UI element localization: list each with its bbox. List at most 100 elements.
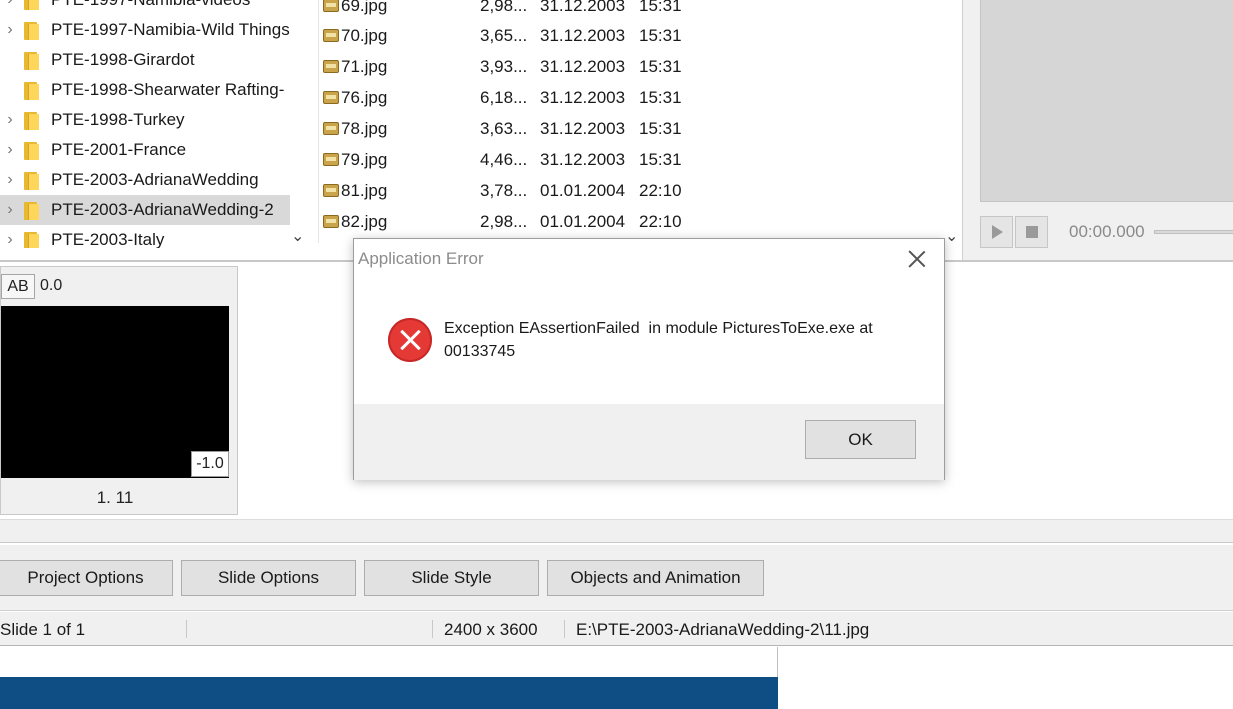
- file-name: 79.jpg: [341, 150, 388, 169]
- file-time: 15:31: [639, 88, 682, 107]
- tree-scroll-down-icon[interactable]: ⌄: [291, 226, 304, 246]
- tree-item-label: PTE-2001-France: [51, 140, 187, 159]
- expand-arrow-icon[interactable]: ›: [3, 15, 17, 45]
- file-size: 6,18...: [480, 88, 528, 107]
- transition-duration: -1.0: [191, 451, 229, 477]
- dialog-message: Exception EAssertionFailed in module Pic…: [444, 320, 878, 360]
- tree-item-girardot[interactable]: PTE-1998-Girardot: [0, 45, 290, 75]
- file-date: 01.01.2004: [540, 181, 626, 200]
- file-row[interactable]: 78.jpg 3,63... 31.12.2003 15:31: [319, 113, 939, 144]
- ok-button[interactable]: OK: [805, 420, 916, 459]
- error-dialog: Application Error Exception EAssertionFa…: [353, 238, 945, 480]
- expand-arrow-icon[interactable]: ›: [3, 105, 17, 135]
- folder-icon: [24, 112, 39, 130]
- file-size: 2,98...: [480, 0, 528, 15]
- tree-item-turkey[interactable]: › PTE-1998-Turkey: [0, 105, 290, 135]
- file-size: 2,98...: [480, 212, 528, 231]
- file-date: 31.12.2003: [540, 0, 626, 15]
- file-date: 31.12.2003: [540, 150, 626, 169]
- jpg-file-icon: [323, 60, 339, 73]
- file-time: 15:31: [639, 57, 682, 76]
- file-row[interactable]: 76.jpg 6,18... 31.12.2003 15:31: [319, 82, 939, 113]
- status-dimensions: 2400 x 3600: [444, 620, 538, 639]
- expand-arrow-icon[interactable]: ›: [3, 195, 17, 225]
- file-name: 71.jpg: [341, 57, 388, 76]
- status-separator: [186, 620, 187, 638]
- folder-icon: [24, 0, 39, 10]
- folder-icon: [24, 172, 39, 190]
- seek-slider[interactable]: [1154, 230, 1233, 234]
- preview-screen: [980, 0, 1233, 202]
- folder-icon: [24, 142, 39, 160]
- preview-panel: 00:00.000: [962, 0, 1233, 260]
- file-date: 01.01.2004: [540, 212, 626, 231]
- playback-time: 00:00.000: [1069, 222, 1145, 241]
- file-size: 3,93...: [480, 57, 528, 76]
- options-toolbar: Project Options Slide Options Slide Styl…: [0, 545, 1233, 611]
- status-file-path: E:\PTE-2003-AdrianaWedding-2\11.jpg: [576, 620, 870, 639]
- jpg-file-icon: [323, 0, 339, 12]
- file-row[interactable]: 69.jpg 2,98... 31.12.2003 15:31: [319, 0, 939, 21]
- jpg-file-icon: [323, 122, 339, 135]
- file-size: 3,63...: [480, 119, 528, 138]
- jpg-file-icon: [323, 153, 339, 166]
- tree-item-namibia-wild-things[interactable]: › PTE-1997-Namibia-Wild Things: [0, 15, 290, 45]
- tree-item-adriana-wedding[interactable]: › PTE-2003-AdrianaWedding: [0, 165, 290, 195]
- file-time: 15:31: [639, 26, 682, 45]
- expand-arrow-icon[interactable]: ›: [3, 0, 17, 15]
- play-icon[interactable]: [980, 216, 1013, 248]
- project-options-button[interactable]: Project Options: [0, 560, 173, 596]
- jpg-file-icon: [323, 184, 339, 197]
- file-row[interactable]: 71.jpg 3,93... 31.12.2003 15:31: [319, 51, 939, 82]
- tree-item-label: PTE-1997-Namibia-Wild Things: [51, 20, 290, 39]
- tree-item-shearwater-rafting[interactable]: PTE-1998-Shearwater Rafting-: [0, 75, 290, 105]
- folder-tree: › PTE-1997-Namibia-videos › PTE-1997-Nam…: [0, 0, 315, 248]
- tree-item-label: PTE-1998-Girardot: [51, 50, 195, 69]
- tree-item-label: PTE-2003-Italy: [51, 230, 165, 248]
- file-list-scroll-down-icon[interactable]: ⌄: [945, 226, 958, 246]
- tree-item-namibia-videos[interactable]: › PTE-1997-Namibia-videos: [0, 0, 290, 15]
- tree-item-label: PTE-2003-AdrianaWedding-2: [51, 200, 274, 219]
- file-list: 69.jpg 2,98... 31.12.2003 15:31 70.jpg 3…: [318, 0, 940, 243]
- folder-icon: [24, 232, 39, 248]
- expand-arrow-icon[interactable]: ›: [3, 165, 17, 195]
- file-time: 15:31: [639, 119, 682, 138]
- file-time: 22:10: [639, 212, 682, 231]
- file-row[interactable]: 79.jpg 4,46... 31.12.2003 15:31: [319, 144, 939, 175]
- file-row[interactable]: 81.jpg 3,78... 01.01.2004 22:10: [319, 175, 939, 206]
- status-slide-count: Slide 1 of 1: [0, 620, 86, 639]
- ab-badge: AB: [1, 274, 35, 299]
- folder-icon: [24, 202, 39, 220]
- tree-item-label: PTE-2003-AdrianaWedding: [51, 170, 259, 189]
- objects-animation-button[interactable]: Objects and Animation: [547, 560, 764, 596]
- tree-item-france[interactable]: › PTE-2001-France: [0, 135, 290, 165]
- file-name: 81.jpg: [341, 181, 388, 200]
- file-name: 76.jpg: [341, 88, 388, 107]
- tree-item-label: PTE-1998-Turkey: [51, 110, 185, 129]
- file-name: 78.jpg: [341, 119, 388, 138]
- slide-style-button[interactable]: Slide Style: [364, 560, 539, 596]
- error-icon: [388, 318, 432, 362]
- folder-icon: [24, 52, 39, 70]
- file-row[interactable]: 70.jpg 3,65... 31.12.2003 15:31: [319, 20, 939, 51]
- expand-arrow-icon[interactable]: ›: [3, 225, 17, 248]
- close-icon[interactable]: [907, 249, 927, 269]
- tree-item-adriana-wedding-2[interactable]: › PTE-2003-AdrianaWedding-2: [0, 195, 290, 225]
- slide-thumbnail[interactable]: AB 0.0 -1.0 1. 11: [0, 266, 238, 515]
- file-row[interactable]: 82.jpg 2,98... 01.01.2004 22:10: [319, 206, 939, 237]
- expand-arrow-icon[interactable]: ›: [3, 135, 17, 165]
- scroll-left-icon[interactable]: ‹: [0, 522, 1, 538]
- file-date: 31.12.2003: [540, 26, 626, 45]
- dialog-title: Application Error: [358, 249, 484, 268]
- slide-options-button[interactable]: Slide Options: [181, 560, 356, 596]
- stop-icon[interactable]: [1015, 216, 1048, 248]
- folder-icon: [24, 82, 39, 100]
- file-date: 31.12.2003: [540, 57, 626, 76]
- status-separator: [564, 620, 565, 638]
- tree-item-italy[interactable]: › PTE-2003-Italy: [0, 225, 290, 248]
- file-size: 3,78...: [480, 181, 528, 200]
- tree-item-label: PTE-1997-Namibia-videos: [51, 0, 250, 15]
- jpg-file-icon: [323, 215, 339, 228]
- file-time: 22:10: [639, 181, 682, 200]
- slide-list-scrollbar[interactable]: ‹: [0, 519, 1233, 543]
